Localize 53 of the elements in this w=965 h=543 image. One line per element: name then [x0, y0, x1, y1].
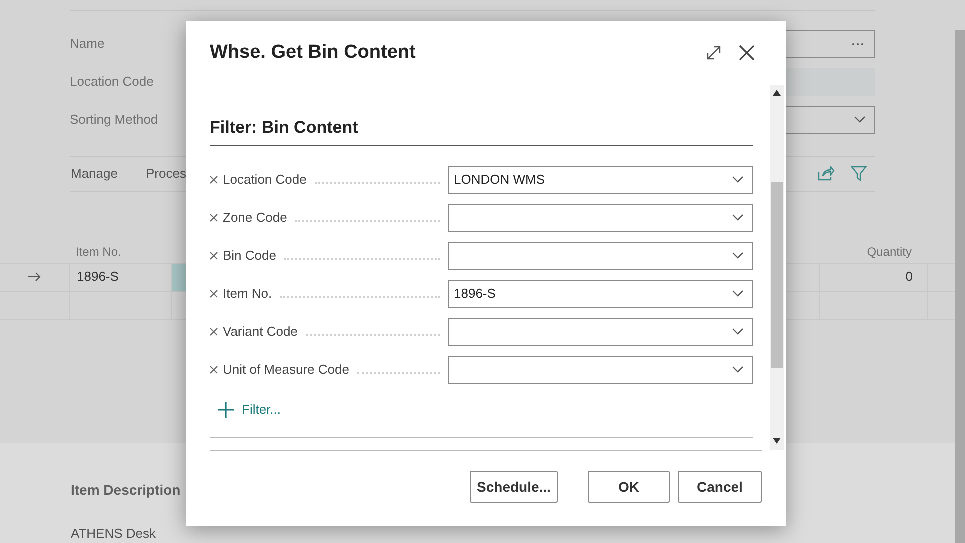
dropdown-field[interactable]: [448, 242, 753, 270]
chevron-down-icon: [732, 366, 744, 374]
dialog-button[interactable]: Schedule...: [470, 471, 558, 503]
remove-filter-icon[interactable]: [210, 214, 218, 222]
dropdown-field[interactable]: [448, 204, 753, 232]
chevron-down-icon: [732, 328, 744, 336]
selected-cell-highlight: [172, 264, 186, 290]
filter-label: Zone Code: [223, 209, 288, 228]
add-filter-link[interactable]: Filter...: [210, 400, 282, 420]
chevron-down-icon: [732, 176, 744, 184]
table-cell-text: 1896-S: [77, 268, 119, 286]
dropdown-field[interactable]: [448, 318, 753, 346]
action-tab[interactable]: Proces: [146, 164, 186, 184]
field-value: 1896-S: [454, 285, 497, 304]
chevron-down-icon: [732, 290, 744, 298]
ellipsis-icon[interactable]: [852, 42, 864, 46]
action-tab[interactable]: Manage: [71, 164, 118, 184]
scroll-up-icon[interactable]: [773, 90, 781, 96]
field-label: Name: [70, 35, 106, 54]
filter-label: Item No.: [223, 285, 272, 304]
section-heading: Item Description: [71, 480, 181, 500]
item-description-value: ATHENS Desk: [71, 524, 156, 542]
dialog-title: Whse. Get Bin Content: [210, 40, 416, 65]
filter-label: Unit of Measure Code: [223, 361, 350, 380]
section-heading: Filter: Bin Content: [210, 118, 358, 137]
field-label: Location Code: [70, 73, 155, 92]
expand-icon[interactable]: [706, 45, 722, 61]
dropdown-field[interactable]: LONDON WMS: [448, 166, 753, 194]
remove-filter-icon[interactable]: [210, 328, 218, 336]
plus-icon: [218, 402, 234, 418]
dialog-button[interactable]: Cancel: [678, 471, 762, 503]
table-cell-text: 0: [906, 268, 913, 286]
close-icon[interactable]: [738, 44, 756, 62]
share-icon[interactable]: [818, 166, 835, 182]
chevron-down-icon: [732, 214, 744, 222]
filter-label: Bin Code: [223, 247, 276, 266]
scrollbar[interactable]: [770, 85, 784, 450]
remove-filter-icon[interactable]: [210, 290, 218, 298]
remove-filter-icon[interactable]: [210, 366, 218, 374]
remove-filter-icon[interactable]: [210, 252, 218, 260]
filter-icon[interactable]: [851, 166, 867, 182]
filter-label: Location Code: [223, 171, 307, 190]
dropdown-field[interactable]: 1896-S: [448, 280, 753, 308]
filter-label: Variant Code: [223, 323, 298, 342]
field-value: LONDON WMS: [454, 171, 546, 190]
dialog-button[interactable]: OK: [588, 471, 670, 503]
field-label: Sorting Method: [70, 111, 160, 130]
chevron-down-icon: [732, 252, 744, 260]
scrollbar[interactable]: [955, 30, 965, 543]
remove-filter-icon[interactable]: [210, 176, 218, 184]
dropdown-field[interactable]: [448, 356, 753, 384]
scrollbar-thumb[interactable]: [771, 182, 783, 368]
chevron-down-icon: [854, 116, 866, 124]
